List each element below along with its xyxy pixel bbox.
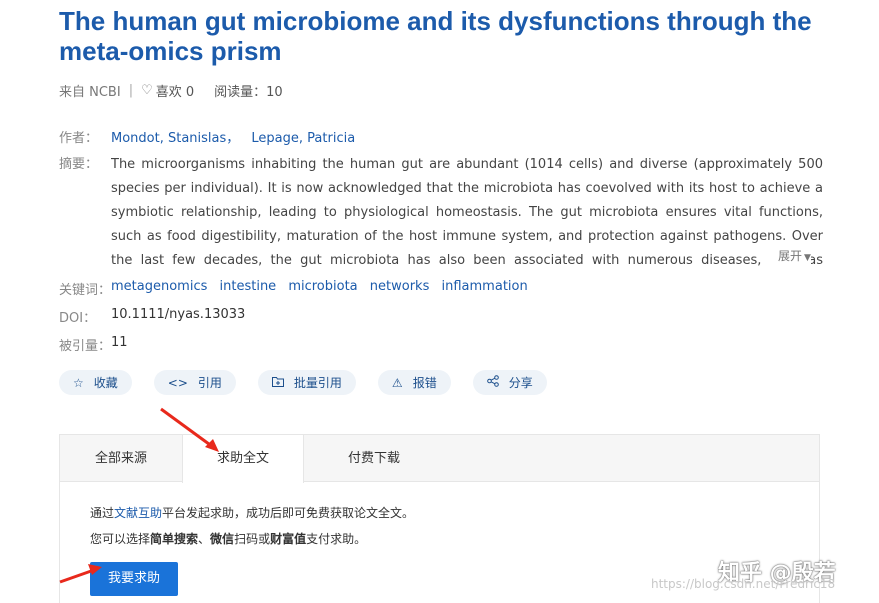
warning-icon: ⚠ [391, 375, 403, 390]
wechat-text: 微信 [210, 532, 235, 546]
article-meta: 来自 NCBI | ♡ 喜欢 0 阅读量：10 [59, 81, 283, 100]
folder-icon [271, 376, 284, 390]
author-link[interactable]: Mondot, Stanislas， [111, 131, 239, 146]
help-options: 您可以选择简单搜索、微信扫码或财富值支付求助。 [90, 526, 819, 552]
doi-value: 10.1111/nyas.13033 [111, 307, 246, 322]
abstract-row: 摘要： The microorganisms inhabiting the hu… [59, 153, 823, 273]
mutual-help-link[interactable]: 文献互助 [114, 506, 162, 520]
cited-count[interactable]: 11 [111, 335, 128, 354]
doi-row: DOI： 10.1111/nyas.13033 [59, 307, 245, 326]
author-link[interactable]: Lepage, Patricia [251, 131, 355, 146]
help-description: 通过文献互助平台发起求助，成功后即可免费获取论文全文。 [90, 500, 819, 526]
heart-icon[interactable]: ♡ [141, 83, 153, 98]
star-icon: ☆ [73, 375, 84, 390]
report-button[interactable]: ⚠ 报错 [377, 370, 451, 395]
likes-count[interactable]: 喜欢 0 [156, 81, 194, 100]
cite-button[interactable]: <> 引用 [153, 370, 236, 395]
read-count: 阅读量：10 [214, 85, 283, 100]
help-text: 支付求助。 [306, 532, 367, 546]
help-text: 通过 [90, 506, 115, 520]
help-text: 您可以选择 [90, 532, 151, 546]
abstract-label: 摘要： [59, 157, 99, 172]
share-icon [486, 375, 499, 390]
collect-button[interactable]: ☆ 收藏 [59, 370, 132, 395]
keyword-link[interactable]: intestine [220, 279, 277, 294]
keyword-link[interactable]: inflammation [442, 279, 528, 294]
help-text: 扫码或 [234, 532, 271, 546]
article-title: The human gut microbiome and its dysfunc… [59, 6, 812, 66]
meta-divider: | [128, 83, 134, 98]
share-label: 分享 [508, 376, 533, 390]
wealth-text: 财富值 [270, 532, 307, 546]
collect-label: 收藏 [93, 376, 118, 390]
keyword-link[interactable]: metagenomics [111, 279, 207, 294]
expand-button[interactable]: 展开 ▼ [770, 247, 811, 264]
source-label: 来自 NCBI [59, 85, 121, 100]
keyword-link[interactable]: microbiota [288, 279, 357, 294]
abstract-text: The microorganisms inhabiting the human … [111, 157, 823, 268]
help-text: 平台发起求助，成功后即可免费获取论文全文。 [162, 506, 415, 520]
csdn-watermark: https://blog.csdn.net/Fredric18 [651, 577, 836, 591]
code-icon: <> [167, 375, 188, 390]
red-arrow-annotation [59, 564, 102, 584]
action-bar: ☆ 收藏 <> 引用 批量引用 ⚠ 报错 分享 [59, 370, 569, 395]
red-arrow-annotation [160, 407, 219, 452]
cited-label: 被引量： [59, 339, 112, 354]
simple-search-text: 简单搜索 [150, 532, 199, 546]
report-label: 报错 [412, 376, 437, 390]
help-text: 、 [198, 532, 211, 546]
authors-label: 作者： [59, 131, 99, 146]
keywords-label: 关键词： [59, 283, 112, 298]
keywords-row: 关键词： metagenomics intestine microbiota n… [59, 279, 536, 298]
batch-cite-button[interactable]: 批量引用 [257, 370, 356, 395]
authors-row: 作者： Mondot, Stanislas， Lepage, Patricia [59, 127, 363, 146]
caret-down-icon: ▼ [804, 253, 811, 263]
cite-label: 引用 [197, 376, 222, 390]
batch-cite-label: 批量引用 [293, 376, 342, 390]
keyword-link[interactable]: networks [370, 279, 430, 294]
expand-label: 展开 [778, 249, 803, 263]
share-button[interactable]: 分享 [472, 370, 547, 395]
cited-row: 被引量： 11 [59, 335, 128, 354]
doi-label: DOI： [59, 311, 97, 326]
tab-paid-download[interactable]: 付费下载 [304, 435, 444, 481]
